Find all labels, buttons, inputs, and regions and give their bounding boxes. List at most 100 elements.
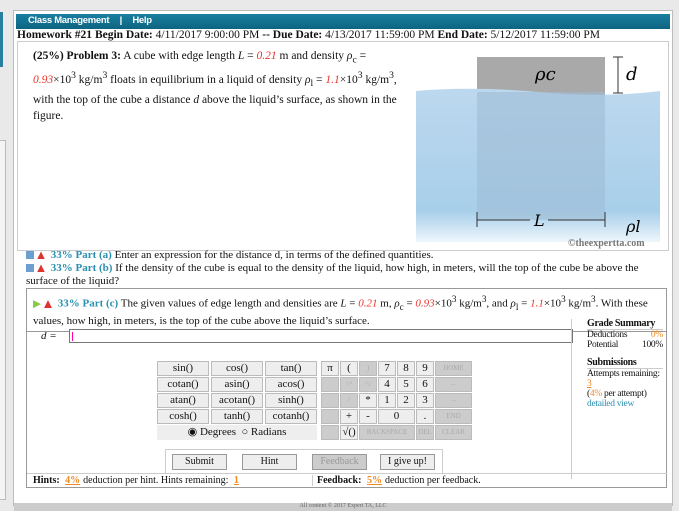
key-symbol[interactable]: * [359, 393, 377, 408]
key-1[interactable]: 1 [378, 393, 396, 408]
radians-radio[interactable]: ○ [239, 426, 251, 438]
part-b-text: If the density of the cube is equal to t… [26, 262, 639, 287]
key-symbol[interactable]: π [321, 361, 339, 376]
key-backspace[interactable]: BACKSPACE [359, 425, 415, 440]
feedback-label: Feedback: [317, 475, 362, 486]
potential-label: Potential [587, 340, 619, 350]
deductions-label: Deductions [587, 330, 628, 340]
degrees-radio[interactable]: ◉ [188, 426, 200, 438]
problem-text: floats in equilibrium in a liquid of den… [110, 74, 303, 87]
key-symbol[interactable]: ( [340, 361, 358, 376]
key-acotan[interactable]: acotan() [211, 393, 263, 408]
top-nav: Class Management | Help [16, 14, 670, 29]
footer: All content © 2017 Expert TA, LLC [14, 503, 672, 511]
value-rho-l: 1.1 [530, 297, 544, 310]
attempts-label: Attempts remaining: [587, 369, 660, 379]
collapsed-part-icon [26, 264, 34, 273]
key-cotan[interactable]: cotan() [157, 377, 209, 392]
feedback-pct: 5% [366, 475, 382, 486]
radians-label: Radians [250, 426, 287, 438]
answer-input[interactable] [69, 329, 573, 343]
key-cos[interactable]: cos() [211, 361, 263, 376]
play-icon [33, 300, 41, 309]
hw-title: Homework #21 [17, 29, 93, 41]
key-clear[interactable]: CLEAR [435, 425, 472, 440]
nav-separator: | [119, 15, 123, 26]
key-symbol[interactable]: / [340, 393, 358, 408]
feedback-button[interactable]: Feedback [312, 454, 367, 470]
key-symbol[interactable]: √() [340, 425, 358, 440]
value-rho-c: 0.93 [33, 74, 54, 87]
nav-class-management[interactable]: Class Management [28, 15, 110, 26]
end-label: End Date: [437, 29, 488, 41]
key-tanh[interactable]: tanh() [211, 409, 263, 424]
value-L: 0.21 [358, 297, 378, 310]
part-b-label: 33% Part (b) [50, 262, 113, 274]
key-tan[interactable]: tan() [265, 361, 317, 376]
feedback-text: deduction per feedback. [384, 475, 481, 486]
part-b[interactable]: 33% Part (b) If the density of the cube … [26, 262, 666, 288]
key-symbol[interactable]: ^↓ [359, 377, 377, 392]
key-symbol[interactable]: - [359, 409, 377, 424]
grade-title: Grade Summary [587, 319, 663, 330]
value-L: 0.21 [256, 50, 277, 62]
action-buttons: Submit Hint Feedback I give up! [165, 449, 443, 473]
submit-button[interactable]: Submit [172, 454, 227, 470]
part-a-text: Enter an expression for the distance d, … [114, 249, 434, 261]
submissions-title: Submissions [587, 358, 663, 369]
figure-credit: ©theexpertta.com [568, 238, 645, 249]
key-acos[interactable]: acos() [265, 377, 317, 392]
key-4[interactable]: 4 [378, 377, 396, 392]
collapsed-part-icon [26, 251, 34, 260]
hints-text: deduction per hint. Hints remaining: [83, 475, 229, 486]
label-d: d [626, 64, 638, 85]
hint-button[interactable]: Hint [242, 454, 297, 470]
key-asin[interactable]: asin() [211, 377, 263, 392]
detailed-view-link[interactable]: detailed view [587, 399, 634, 409]
key-0[interactable]: 0 [378, 409, 415, 424]
key-symbol[interactable]: ) [359, 361, 377, 376]
key-5[interactable]: 5 [397, 377, 415, 392]
cube-figure: ρc d L ρl ©theexpertta.com [416, 56, 660, 249]
key-sin[interactable]: sin() [157, 361, 209, 376]
key-end[interactable]: END [435, 409, 472, 424]
key-3[interactable]: 3 [416, 393, 434, 408]
key-cosh[interactable]: cosh() [157, 409, 209, 424]
key-6[interactable]: 6 [416, 377, 434, 392]
key-del[interactable]: DEL [416, 425, 434, 440]
key-blank [321, 393, 339, 408]
part-c-text-a: The given values of edge length and dens… [120, 297, 338, 310]
part-c-box: 33% Part (c) The given values of edge le… [26, 288, 667, 488]
key-blank [321, 377, 339, 392]
problem-text: with the top of the cube a distance [33, 94, 191, 107]
begin-date: 4/11/2017 9:00:00 PM [155, 29, 260, 41]
hint-pct: 4% [65, 475, 81, 486]
key-symbol[interactable]: + [340, 409, 358, 424]
value-rho-l: 1.1 [325, 74, 340, 87]
begin-label: Begin Date: [94, 29, 153, 41]
key-8[interactable]: 8 [397, 361, 415, 376]
nav-help[interactable]: Help [132, 15, 152, 26]
key-atan[interactable]: atan() [157, 393, 209, 408]
key-symbol[interactable]: → [435, 393, 472, 408]
value-rho-c: 0.93 [415, 297, 435, 310]
key-symbol[interactable]: ↑^ [340, 377, 358, 392]
problem-text: m and density [279, 50, 345, 62]
key-sinh[interactable]: sinh() [265, 393, 317, 408]
hints-info: Hints: 4% deduction per hint. Hints remai… [33, 475, 242, 486]
key-7[interactable]: 7 [378, 361, 396, 376]
due-label: -- Due Date: [262, 29, 323, 41]
key-cotanh[interactable]: cotanh() [265, 409, 317, 424]
side-panel-edge [0, 12, 3, 67]
label-L: L [533, 211, 545, 230]
key-9[interactable]: 9 [416, 361, 434, 376]
key-symbol[interactable]: . [416, 409, 434, 424]
key-home[interactable]: HOME [435, 361, 472, 376]
key-2[interactable]: 2 [397, 393, 415, 408]
key-symbol[interactable]: ← [435, 377, 472, 392]
give-up-button[interactable]: I give up! [380, 454, 435, 470]
due-date: 4/13/2017 11:59:00 PM [325, 29, 435, 41]
angle-mode: ◉ Degrees ○ Radians [157, 425, 317, 440]
problem-text: A cube with edge length [123, 50, 235, 62]
part-a[interactable]: 33% Part (a) Enter an expression for the… [26, 249, 666, 262]
